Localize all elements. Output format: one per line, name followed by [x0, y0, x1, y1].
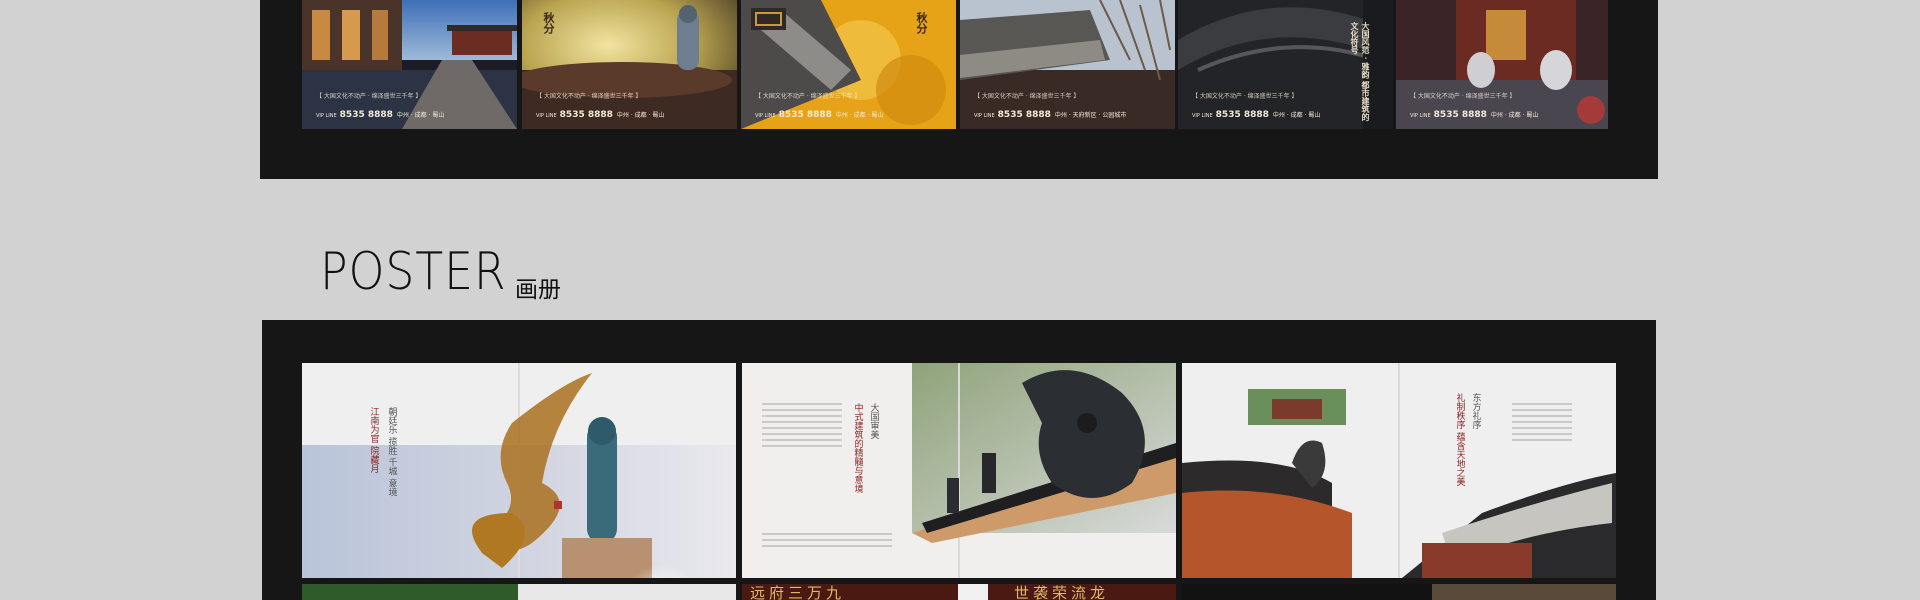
gallery-caption-4: 【 大国文化不动产 · 绵泽盛世三千年 】 VIP LINE 8535 8888 中… [974, 91, 1126, 121]
body-text-lines-2 [762, 533, 892, 551]
brochure-spread-5[interactable]: 远府三万九 世袭荣流龙 [742, 584, 1176, 600]
caption-line: 【 大国文化不动产 · 绵泽盛世三千年 】 [316, 93, 422, 100]
hotline-prefix: VIP LINE [536, 113, 557, 119]
caption-line: 【 大国文化不动产 · 绵泽盛世三千年 】 [974, 93, 1080, 100]
caption-suffix: 中州 · 天府新区 · 公园城市 [1054, 112, 1127, 119]
gallery-thumb-4[interactable]: 【 大国文化不动产 · 绵泽盛世三千年 】 VIP LINE 8535 8888 中… [960, 0, 1175, 129]
body-text-lines-3 [1512, 403, 1572, 445]
gallery-caption-1: 【 大国文化不动产 · 绵泽盛世三千年 】 VIP LINE 8535 8888 中… [316, 91, 444, 121]
top-gallery-panel: 【 大国文化不动产 · 绵泽盛世三千年 】 VIP LINE 8535 8888 中… [260, 0, 1658, 179]
gallery-thumb-3[interactable]: 秋分 【 大国文化不动产 · 绵泽盛世三千年 】 VIP LINE 8535 88… [741, 0, 956, 129]
caption-line: 【 大国文化不动产 · 绵泽盛世三千年 】 [1410, 93, 1516, 100]
brochure-spread-2[interactable]: 中式建筑的精髓与意境 大国审美 [742, 363, 1176, 578]
caption-suffix: 中州 · 成都 · 蜀山 [616, 112, 665, 119]
spread-3-vertical-text: 礼制秩序 蕴含天地之美 [1454, 393, 1465, 486]
hotline-prefix: VIP LINE [1192, 113, 1213, 119]
hotline-prefix: VIP LINE [755, 113, 776, 119]
gallery-caption-3: 【 大国文化不动产 · 绵泽盛世三千年 】 VIP LINE 8535 8888 中… [755, 91, 883, 121]
spread-3-vertical-text-2: 东方礼序 [1470, 393, 1481, 429]
spread-2-vertical-text-2: 大国审美 [868, 403, 879, 439]
gallery-thumb-1[interactable]: 【 大国文化不动产 · 绵泽盛世三千年 】 VIP LINE 8535 8888 中… [302, 0, 517, 129]
spread-5-headline-right: 世袭荣流龙 [1014, 584, 1110, 600]
poster-vertical-text-3: 秋分 [915, 12, 928, 34]
caption-suffix: 中州 · 成都 · 蜀山 [1490, 112, 1539, 119]
brochure-spread-3[interactable]: 礼制秩序 蕴含天地之美 东方礼序 [1182, 363, 1616, 578]
body-text-lines [762, 403, 842, 451]
hotline: 8535 8888 [559, 110, 613, 120]
gallery-thumb-6[interactable]: 【 大国文化不动产 · 绵泽盛世三千年 】 VIP LINE 8535 8888 中… [1396, 0, 1608, 129]
caption-suffix: 中州 · 成都 · 蜀山 [1272, 112, 1321, 119]
hotline: 8535 8888 [1215, 110, 1269, 120]
hotline: 8535 8888 [1433, 110, 1487, 120]
spread-1-vertical-text-2: 朝廷乐 揽胜 千城 意境 [386, 407, 397, 497]
gallery-thumb-5[interactable]: 大国风范 · 雅韵 都市建筑的文化符号 【 大国文化不动产 · 绵泽盛世三千年 … [1178, 0, 1393, 129]
hotline: 8535 8888 [997, 110, 1051, 120]
brochure-spread-1[interactable]: 江南为官 院藏月 朝廷乐 揽胜 千城 意境 [302, 363, 736, 578]
hotline-prefix: VIP LINE [974, 113, 995, 119]
hotline-prefix: VIP LINE [1410, 113, 1431, 119]
caption-suffix: 中州 · 成都 · 蜀山 [396, 112, 445, 119]
caption-line: 【 大国文化不动产 · 绵泽盛世三千年 】 [536, 93, 642, 100]
brochure-spread-6[interactable] [1182, 584, 1616, 600]
gallery-thumb-2[interactable]: 秋分 【 大国文化不动产 · 绵泽盛世三千年 】 VIP LINE 8535 88… [522, 0, 737, 129]
section-title: POSTER [320, 242, 507, 302]
caption-line: 【 大国文化不动产 · 绵泽盛世三千年 】 [1192, 93, 1298, 100]
gallery-caption-6: 【 大国文化不动产 · 绵泽盛世三千年 】 VIP LINE 8535 8888 中… [1410, 91, 1538, 121]
gallery-caption-2: 【 大国文化不动产 · 绵泽盛世三千年 】 VIP LINE 8535 8888 中… [536, 91, 664, 121]
roof-eaves-spread-image [1182, 363, 1616, 578]
hotline: 8535 8888 [339, 110, 393, 120]
spread-2-vertical-text: 中式建筑的精髓与意境 [852, 403, 863, 493]
poster-vertical-text-5: 大国风范 · 雅韵 都市建筑的文化符号 [1350, 22, 1371, 122]
brochure-spread-4[interactable] [302, 584, 736, 600]
red-seal [554, 501, 562, 509]
poster-vertical-text-2: 秋分 [542, 12, 555, 34]
spread-1-vertical-text: 江南为官 院藏月 [368, 407, 379, 473]
spread-5-headline-left: 远府三万九 [750, 584, 846, 600]
hotline-prefix: VIP LINE [316, 113, 337, 119]
caption-line: 【 大国文化不动产 · 绵泽盛世三千年 】 [755, 93, 861, 100]
section-subtitle: 画册 [515, 277, 561, 303]
gallery-caption-5: 【 大国文化不动产 · 绵泽盛世三千年 】 VIP LINE 8535 8888 中… [1192, 91, 1320, 121]
hotline: 8535 8888 [778, 110, 832, 120]
caption-suffix: 中州 · 成都 · 蜀山 [835, 112, 884, 119]
